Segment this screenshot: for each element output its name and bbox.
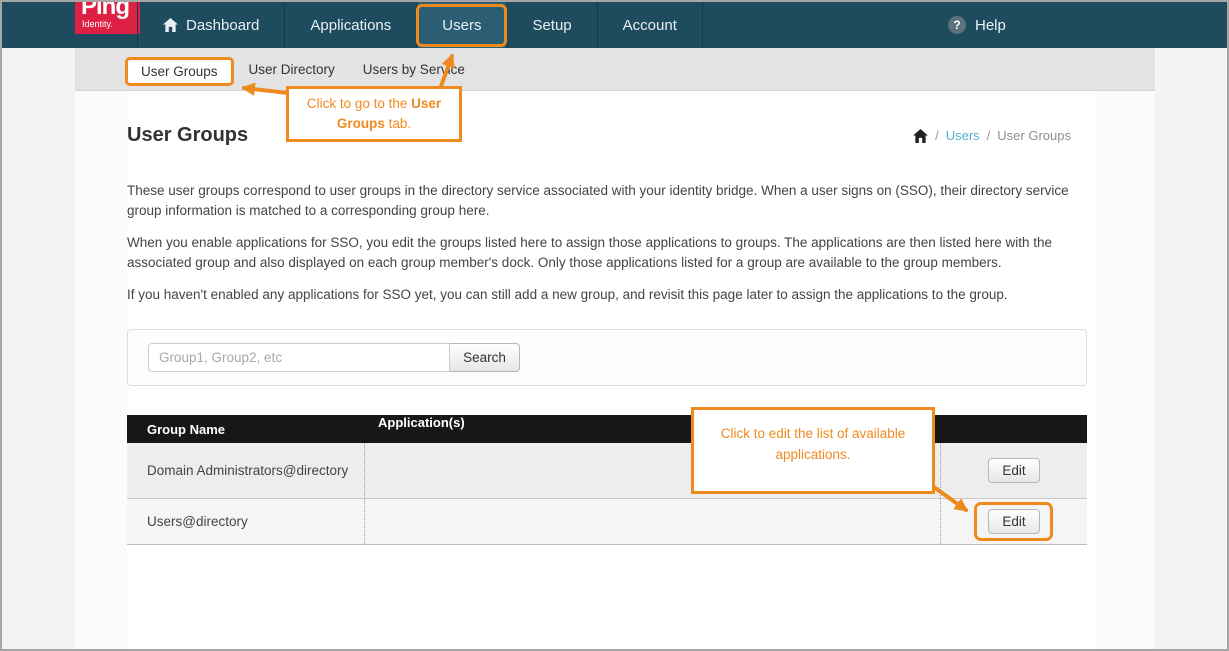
- callout-user-groups-tab: Click to go to the User Groups tab.: [286, 86, 462, 142]
- subnav-item-users-by-service[interactable]: Users by Service: [363, 62, 465, 77]
- help-icon: ?: [948, 16, 966, 34]
- page-title: User Groups: [127, 124, 248, 147]
- applications-cell: [364, 499, 940, 544]
- nav-item-label: Setup: [532, 17, 571, 34]
- logo-text-identity: Identity.: [82, 19, 113, 29]
- subnav-item-user-directory[interactable]: User Directory: [249, 62, 335, 77]
- column-header-actions: [940, 415, 1087, 443]
- help-label: Help: [975, 17, 1006, 34]
- actions-cell: Edit: [940, 499, 1087, 544]
- description-paragraph: These user groups correspond to user gro…: [127, 181, 1077, 221]
- nav-item-dashboard[interactable]: Dashboard: [137, 2, 285, 48]
- page-column: User Groups User Directory Users by Serv…: [75, 48, 1155, 649]
- edit-button[interactable]: Edit: [988, 458, 1039, 483]
- group-search-input[interactable]: [148, 343, 450, 372]
- callout-text: Click to edit the list of available appl…: [721, 426, 906, 462]
- ping-identity-admin-window: Ping Identity. Dashboard Applications Us…: [0, 0, 1229, 651]
- table-row: Users@directory Edit: [127, 499, 1087, 545]
- group-name-cell: Users@directory: [127, 512, 364, 531]
- breadcrumb-link-users[interactable]: Users: [946, 128, 980, 143]
- breadcrumb-home-icon[interactable]: [913, 129, 928, 143]
- page-description: These user groups correspond to user gro…: [127, 181, 1077, 305]
- nav-item-applications[interactable]: Applications: [285, 2, 417, 48]
- nav-item-setup[interactable]: Setup: [507, 2, 597, 48]
- help-button[interactable]: ? Help: [948, 2, 1006, 48]
- subnav-item-user-groups[interactable]: User Groups: [125, 57, 234, 86]
- search-button[interactable]: Search: [450, 343, 520, 372]
- group-search-panel: Search: [127, 329, 1087, 386]
- content-area: User Groups / Users / User Groups These …: [127, 91, 1095, 649]
- description-paragraph: When you enable applications for SSO, yo…: [127, 233, 1077, 273]
- page-header: User Groups / Users / User Groups: [127, 124, 1071, 147]
- table-header-row: Group Name Application(s): [127, 415, 1087, 443]
- main-nav: Dashboard Applications Users Setup Accou…: [137, 2, 703, 48]
- callout-edit-applications: Click to edit the list of available appl…: [691, 407, 935, 494]
- ping-identity-logo: Ping Identity.: [75, 2, 140, 34]
- nav-item-label: Users: [442, 17, 481, 34]
- table-row: Domain Administrators@directory Edit: [127, 443, 1087, 499]
- callout-text: tab.: [385, 116, 411, 131]
- breadcrumb: / Users / User Groups: [913, 128, 1071, 143]
- nav-item-account[interactable]: Account: [598, 2, 703, 48]
- groups-table: Group Name Application(s) Domain Adminis…: [127, 415, 1087, 545]
- column-header-group-name: Group Name: [127, 422, 364, 437]
- actions-cell: Edit: [940, 443, 1087, 498]
- nav-item-label: Dashboard: [186, 17, 259, 34]
- description-paragraph: If you haven't enabled any applications …: [127, 285, 1077, 305]
- edit-button[interactable]: Edit: [988, 509, 1039, 534]
- nav-item-label: Applications: [310, 17, 391, 34]
- nav-item-users[interactable]: Users: [417, 2, 507, 48]
- group-name-cell: Domain Administrators@directory: [127, 461, 364, 480]
- users-subnav: User Groups User Directory Users by Serv…: [75, 48, 1155, 91]
- callout-text: Click to go to the: [307, 96, 411, 111]
- breadcrumb-current: User Groups: [997, 128, 1071, 143]
- breadcrumb-separator: /: [935, 128, 939, 143]
- top-navbar: Ping Identity. Dashboard Applications Us…: [2, 2, 1227, 48]
- home-icon: [163, 18, 178, 32]
- breadcrumb-separator: /: [987, 128, 991, 143]
- nav-item-label: Account: [623, 17, 677, 34]
